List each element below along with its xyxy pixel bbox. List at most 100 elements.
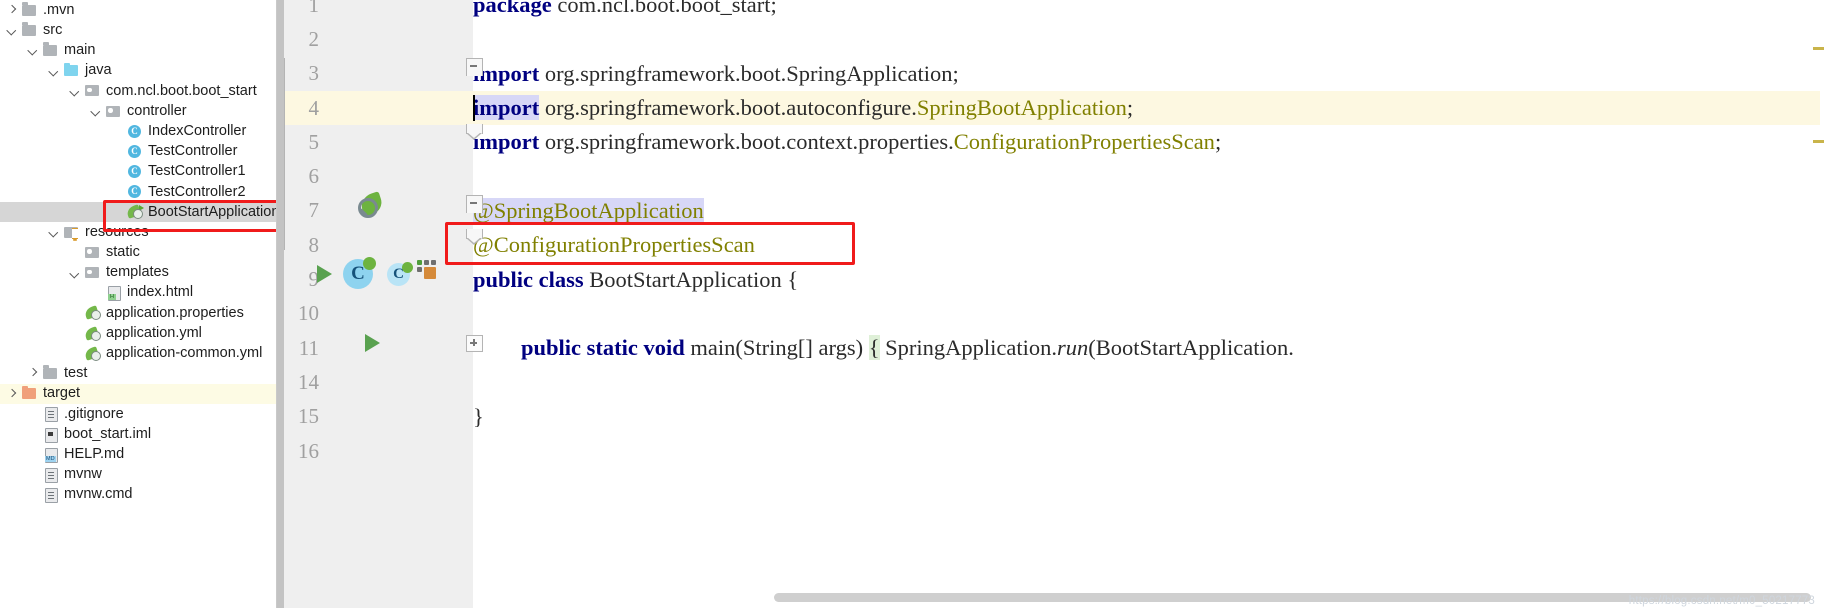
tree-item-static[interactable]: static <box>0 242 276 262</box>
tree-item-label: boot_start.iml <box>64 425 152 442</box>
tree-item-testcontroller2[interactable]: C TestController2 <box>0 182 276 202</box>
arrow-placeholder <box>69 327 82 340</box>
text-caret <box>473 94 475 121</box>
tree-item-com-ncl-boot-boot-start[interactable]: com.ncl.boot.boot_start <box>0 81 276 101</box>
tree-item-main[interactable]: main <box>0 40 276 60</box>
tree-item-label: static <box>106 244 140 261</box>
tree-item-testcontroller1[interactable]: C TestController1 <box>0 162 276 182</box>
expand-arrow-icon[interactable] <box>6 387 19 400</box>
code-line-4[interactable]: 4 import org.springframework.boot.autocon… <box>277 90 1825 126</box>
code-line-14[interactable]: 14 <box>277 365 1825 399</box>
code-lines[interactable]: 1 package com.ncl.boot.boot_start; 2 3 impor… <box>277 0 1825 608</box>
collapse-arrow-icon[interactable] <box>6 24 19 37</box>
code-line-6[interactable]: 6 <box>277 160 1825 194</box>
folder-grey-icon <box>21 22 38 38</box>
fold-marker-annotation-spring[interactable] <box>466 195 483 213</box>
tree-item-label: target <box>43 385 81 402</box>
tree-item-gitignore[interactable]: .gitignore <box>0 404 276 424</box>
spring-component-gutter-icon[interactable]: C <box>387 262 413 286</box>
tree-item-testcontroller[interactable]: C TestController <box>0 141 276 161</box>
code-line-2[interactable]: 2 <box>277 22 1825 56</box>
tree-item-mvn[interactable]: .mvn <box>0 0 276 20</box>
project-tree-list[interactable]: .mvn src main java com.ncl.boot.boot_start co… <box>0 0 276 505</box>
folder-resources-icon <box>63 225 80 240</box>
code-line-9[interactable]: 9 public class BootStartApplication { <box>277 262 1825 296</box>
tree-item-mvnw[interactable]: mvnw <box>0 464 276 484</box>
fold-marker-imports[interactable] <box>466 58 483 76</box>
collapse-arrow-icon[interactable] <box>90 105 103 118</box>
fold-marker-imports-end[interactable] <box>466 124 483 140</box>
tree-item-label: index.html <box>127 284 194 301</box>
code-editor[interactable]: 1 package com.ncl.boot.boot_start; 2 3 impor… <box>277 0 1825 608</box>
arrow-placeholder <box>69 246 82 259</box>
project-tree-panel[interactable]: .mvn src main java com.ncl.boot.boot_start co… <box>0 0 277 608</box>
spring-boot-class-gutter-icon[interactable]: C <box>343 257 376 289</box>
tree-item-src[interactable]: src <box>0 20 276 40</box>
java-class-icon: C <box>126 164 143 179</box>
code-line-7[interactable]: 7 @SpringBootApplication <box>277 194 1825 228</box>
tree-item-indexcontroller[interactable]: C IndexController <box>0 121 276 141</box>
code-line-15[interactable]: 15} <box>277 400 1825 434</box>
code-line-16[interactable]: 16 <box>277 434 1825 468</box>
code-text: import org.springframework.boot.context.… <box>473 129 1222 155</box>
collapse-arrow-icon[interactable] <box>69 266 82 279</box>
code-line-8[interactable]: 8 @ConfigurationPropertiesScan <box>277 228 1825 262</box>
tree-item-mvnw-cmd[interactable]: mvnw.cmd <box>0 485 276 505</box>
spring-bean-gutter-icon[interactable] <box>358 191 385 219</box>
tree-item-templates[interactable]: templates <box>0 262 276 282</box>
code-text: public class BootStartApplication { <box>473 266 799 292</box>
collapse-arrow-icon[interactable] <box>48 64 61 77</box>
tree-item-target[interactable]: target <box>0 383 276 404</box>
code-line-1[interactable]: 1 package com.ncl.boot.boot_start; <box>277 0 1825 22</box>
code-line-11[interactable]: 11 public static void main(String[] args)… <box>277 331 1825 365</box>
folder-grey-icon <box>42 365 59 381</box>
warning-stripe-marker-1[interactable] <box>1813 47 1824 50</box>
fold-marker-annotation-configprops[interactable] <box>466 229 483 245</box>
tree-item-controller[interactable]: controller <box>0 101 276 121</box>
iml-file-icon <box>42 427 59 443</box>
code-line-3[interactable]: 3 import org.springframework.boot.SpringA… <box>277 57 1825 91</box>
tree-item-label: mvnw.cmd <box>64 486 133 503</box>
tree-item-application-properties[interactable]: application.properties <box>0 303 276 323</box>
bean-dependency-gutter-icon[interactable] <box>417 260 439 282</box>
tree-item-test[interactable]: test <box>0 363 276 383</box>
expand-arrow-icon[interactable] <box>6 4 19 17</box>
folder-package-icon <box>84 265 101 280</box>
tree-item-index-html[interactable]: index.html <box>0 283 276 303</box>
code-text: package com.ncl.boot.boot_start; <box>473 0 777 18</box>
code-line-10[interactable]: 10 <box>277 297 1825 331</box>
ide-window: .mvn src main java com.ncl.boot.boot_start co… <box>0 0 1825 608</box>
markdown-file-icon <box>42 447 59 463</box>
collapse-arrow-icon[interactable] <box>48 226 61 239</box>
run-main-method-gutter-icon[interactable] <box>365 334 380 352</box>
code-line-5[interactable]: 5 import org.springframework.boot.context… <box>277 125 1825 159</box>
arrow-placeholder <box>111 165 124 178</box>
arrow-placeholder <box>111 185 124 198</box>
expand-arrow-icon[interactable] <box>27 367 40 380</box>
arrow-placeholder <box>27 488 40 501</box>
folder-package-icon <box>105 104 122 119</box>
tree-item-label: controller <box>127 102 187 119</box>
collapse-arrow-icon[interactable] <box>69 84 82 97</box>
editor-scrollbar-vertical[interactable] <box>1820 0 1825 608</box>
tree-item-label: IndexController <box>148 122 247 139</box>
arrow-placeholder <box>111 125 124 138</box>
tree-item-resources[interactable]: resources <box>0 222 276 242</box>
collapse-arrow-icon[interactable] <box>27 44 40 57</box>
tree-item-bootstartapplication[interactable]: BootStartApplication <box>0 201 276 223</box>
tree-item-label: templates <box>106 264 169 281</box>
tree-item-label: java <box>85 62 112 79</box>
run-class-gutter-icon[interactable] <box>317 265 332 283</box>
spring-config-icon <box>83 346 101 361</box>
tree-item-help-md[interactable]: HELP.md <box>0 444 276 464</box>
tree-item-application-yml[interactable]: application.yml <box>0 323 276 343</box>
warning-stripe-marker-2[interactable] <box>1813 140 1824 143</box>
watermark-text: https://blog.csdn.net/m0_50217773 <box>1628 595 1815 607</box>
line-number: 16 <box>298 438 319 463</box>
tree-item-label: TestController2 <box>148 183 246 200</box>
fold-expand-main-method[interactable] <box>466 335 483 352</box>
tree-item-java[interactable]: java <box>0 61 276 81</box>
line-number: 2 <box>308 26 320 51</box>
tree-item-application-common-yml[interactable]: application-common.yml <box>0 343 276 363</box>
tree-item-boot-start-iml[interactable]: boot_start.iml <box>0 424 276 444</box>
